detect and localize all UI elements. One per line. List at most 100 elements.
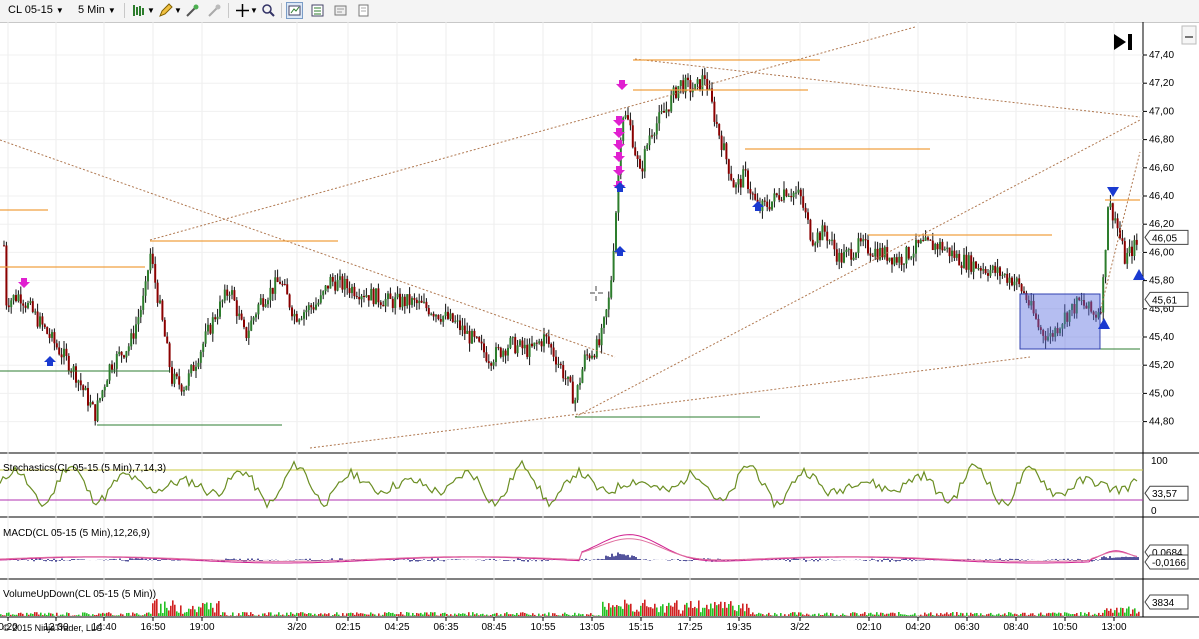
chart-canvas[interactable]: 47,40 47,20 47,00 46,80 46,60 46,40 46,20 46,00… <box>0 22 1199 639</box>
candle-body <box>89 402 92 406</box>
candle-body <box>329 276 332 289</box>
candle-body <box>516 345 519 354</box>
volume-bar <box>1068 613 1070 616</box>
volume-bar <box>900 614 902 616</box>
candle-body <box>130 333 133 347</box>
magic-wand-icon[interactable] <box>184 2 201 19</box>
candle-body <box>994 265 997 273</box>
volume-bar <box>2 615 4 616</box>
volume-bar <box>630 603 632 616</box>
candle-body <box>507 347 509 356</box>
crosshair-icon[interactable] <box>234 2 251 19</box>
candle-body <box>120 351 123 356</box>
volume-bar <box>346 613 348 616</box>
chevron-down-icon[interactable]: ▼ <box>250 2 258 19</box>
candle-body <box>207 324 209 332</box>
candle-body <box>17 294 20 302</box>
candle-body <box>771 201 773 210</box>
volume-bar <box>660 606 662 616</box>
volume-bar <box>1014 613 1016 616</box>
candle-body <box>305 310 308 313</box>
candle-body <box>819 232 821 241</box>
volume-bar <box>320 613 322 616</box>
volume-bar <box>242 612 244 616</box>
instrument-selector[interactable]: CL 05-15 ▼ <box>4 2 68 19</box>
candle-body <box>39 316 41 327</box>
candle-body <box>51 332 53 338</box>
candle-body <box>591 355 593 359</box>
candle-body <box>780 199 783 201</box>
candle-body <box>787 195 790 197</box>
chevron-down-icon[interactable]: ▼ <box>147 2 155 19</box>
candle-body <box>545 334 548 337</box>
volume-bar <box>830 612 832 616</box>
volume-bar <box>10 614 12 616</box>
volume-bar <box>1056 613 1058 616</box>
volume-bar <box>938 615 940 616</box>
candle-body <box>931 240 934 251</box>
volume-bar <box>566 613 568 616</box>
volume-bar <box>4 615 6 616</box>
volume-bar <box>1028 614 1030 616</box>
chevron-down-icon[interactable]: ▼ <box>174 2 182 19</box>
data-box-icon[interactable] <box>309 2 326 19</box>
volume-bar <box>390 612 392 616</box>
candle-body <box>859 238 862 242</box>
template-icon[interactable] <box>355 2 372 19</box>
volume-bar <box>38 614 40 616</box>
volume-bar <box>206 602 208 616</box>
candle-body <box>552 347 555 357</box>
volume-bar <box>1134 608 1136 616</box>
candle-body <box>965 254 968 270</box>
candle-body <box>879 247 881 260</box>
candle-body <box>603 317 605 328</box>
volume-bar <box>882 612 884 616</box>
candle-body <box>77 380 80 383</box>
volume-bar <box>794 612 796 616</box>
volume-bar <box>632 611 634 616</box>
time-tick-label: 3/20 <box>287 622 307 633</box>
volume-bar <box>628 604 630 616</box>
volume-bar <box>1120 607 1122 616</box>
volume-bar <box>378 613 380 616</box>
pencil-icon[interactable] <box>157 2 174 19</box>
volume-bar <box>500 614 502 616</box>
interval-selector[interactable]: 5 Min ▼ <box>74 2 120 19</box>
candle-body <box>1111 203 1114 221</box>
chart-style-icon[interactable] <box>286 2 303 19</box>
candle-body <box>291 307 293 317</box>
candle-body <box>807 212 809 220</box>
volume-bar <box>494 613 496 616</box>
volume-bar <box>132 612 134 616</box>
volume-bar <box>702 607 704 616</box>
volume-bar <box>914 613 916 616</box>
candle-body <box>922 239 925 241</box>
macd-label: MACD(CL 05-15 (5 Min),12,26,9) <box>3 528 150 539</box>
volume-bar <box>356 612 358 616</box>
candle-body <box>1128 246 1131 253</box>
candle-body <box>727 159 730 174</box>
interval-label: 5 Min <box>78 4 105 16</box>
volume-bar <box>1130 613 1132 616</box>
zoom-icon[interactable] <box>260 2 277 19</box>
candle-body <box>367 295 370 301</box>
volume-bar <box>710 603 712 616</box>
candle-body <box>96 400 99 421</box>
bar-type-icon[interactable] <box>130 2 147 19</box>
pane-toggle-button[interactable] <box>1181 25 1197 45</box>
magic-wand-icon[interactable] <box>206 2 223 19</box>
time-tick-label: 3/22 <box>790 622 810 633</box>
candle-body <box>185 385 188 391</box>
candle-body <box>1131 246 1133 256</box>
volume-bar <box>208 609 210 616</box>
chart-area[interactable]: 47,40 47,20 47,00 46,80 46,60 46,40 46,20 46,00… <box>0 22 1199 639</box>
candle-body <box>468 330 471 344</box>
candle-body <box>475 336 478 338</box>
properties-icon[interactable] <box>332 2 349 19</box>
candle-body <box>843 251 845 263</box>
candle-body <box>502 350 505 357</box>
candle-body <box>773 193 776 202</box>
volume-bar <box>100 613 102 616</box>
volume-bar <box>280 615 282 616</box>
candle-body <box>195 366 197 371</box>
